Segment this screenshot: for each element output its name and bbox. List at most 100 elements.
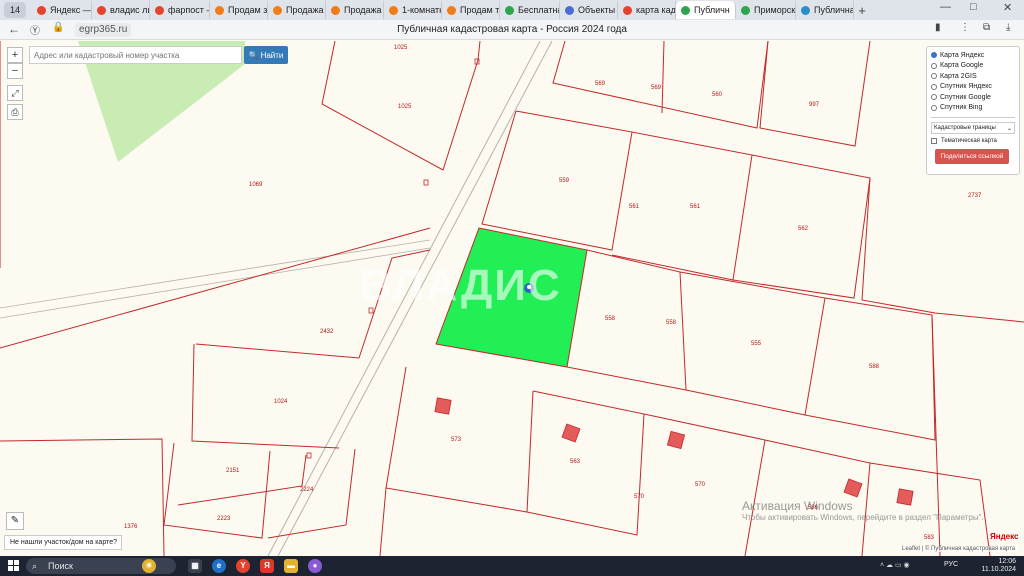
cadastral-map[interactable]: ВЛАДИС 1025 1025 569 569 560 997 1069 559 561 561… (0, 41, 1024, 556)
clock-time: 12:06 (998, 558, 1016, 565)
parcel-number-label: 2432 (320, 329, 334, 335)
tab-counter[interactable]: 14 (4, 2, 26, 18)
browser-tab[interactable]: Публичн✕ (676, 1, 736, 19)
browser-tab[interactable]: 1-комнатн (384, 1, 442, 19)
edge-icon[interactable]: e (212, 559, 226, 573)
layer-option[interactable]: Спутник Яндекс (931, 82, 1015, 93)
tab-label: фарпост — (168, 5, 209, 15)
farpost-icon (273, 5, 282, 15)
parcel-number-label: 2151 (226, 468, 240, 474)
download-icon[interactable]: ⤓ (1006, 22, 1010, 33)
windows-taskbar: ⌕ Поиск ☀ ▦ e Y Я ▬ ● ˄ ☁ ▭ ◉ РУС 12:06 … (0, 556, 1024, 576)
browser-tab[interactable]: карта када (618, 1, 676, 19)
windows-start-icon[interactable] (8, 560, 20, 572)
farpost-icon (389, 5, 398, 15)
menu-icon[interactable]: ⋮ (960, 22, 970, 33)
task-view-icon[interactable]: ▦ (188, 559, 202, 573)
not-found-link[interactable]: Не нашли участок/дом на карте? (4, 535, 122, 550)
browser-tab[interactable]: фарпост — (150, 1, 210, 19)
radio-button[interactable] (931, 83, 937, 90)
overlay-select[interactable]: Кадастровые границы ⌄ (931, 122, 1015, 134)
browser-tab[interactable]: Публичная (796, 1, 854, 19)
map-attribution[interactable]: Leaflet | © Публичная кадастровая карта (900, 546, 1018, 552)
tab-label: карта када (636, 5, 676, 15)
url-field[interactable]: egrp365.ru (75, 23, 132, 37)
taskbar-search-label: Поиск (48, 561, 73, 571)
browser-tab[interactable]: владис ли (92, 1, 150, 19)
farpost-icon (447, 5, 456, 15)
layer-option-label: Спутник Bing (940, 104, 983, 112)
tab-label: Публичн (694, 5, 730, 15)
layer-option[interactable]: Спутник Bing (931, 103, 1015, 114)
extensions-icon[interactable]: ⧉ (983, 22, 990, 33)
layer-option-label: Спутник Яндекс (940, 83, 992, 91)
radio-button[interactable] (931, 62, 937, 69)
yandex-icon (155, 5, 164, 15)
back-icon[interactable]: ← (8, 22, 20, 36)
browser-tab-bar: 14 Яндекс — б владис ли фарпост — Продам зе… (0, 0, 1024, 20)
yandex-icon (37, 5, 46, 15)
fullscreen-icon[interactable]: ⤢ (7, 85, 23, 101)
thematic-checkbox[interactable] (931, 138, 937, 144)
radio-button[interactable] (931, 52, 937, 59)
farpost-icon (331, 5, 340, 15)
parcel-number-label: 997 (809, 102, 820, 108)
share-link-button[interactable]: Поделиться ссылкой (935, 149, 1009, 164)
minimize-icon[interactable]: — (940, 1, 951, 13)
windows-activation-notice: Активация Windows Чтобы активировать Win… (742, 499, 984, 522)
zoom-in-button[interactable]: + (7, 47, 23, 63)
browser-tab[interactable]: Бесплатна (500, 1, 560, 19)
radio-button[interactable] (931, 94, 937, 101)
clock[interactable]: 12:06 11.10.2024 (981, 558, 1016, 574)
parcel-number-label: 561 (690, 204, 701, 210)
search-input[interactable] (29, 46, 242, 64)
folder-icon[interactable]: ▬ (284, 559, 298, 573)
browser-tab[interactable]: Яндекс — б (32, 1, 92, 19)
tab-label: Бесплатна (518, 5, 560, 15)
browser-tab[interactable]: Продажа к (326, 1, 384, 19)
app-icon[interactable]: ● (308, 559, 322, 573)
maximize-icon[interactable]: □ (970, 1, 977, 13)
yandex-browser-icon[interactable]: Ⓨ (30, 22, 40, 37)
radio-button[interactable] (931, 104, 937, 111)
browser-tab[interactable]: Продажа к (268, 1, 326, 19)
farpost-icon (215, 5, 224, 15)
browser-tab[interactable]: Приморск (736, 1, 796, 19)
layer-option[interactable]: Карта Google (931, 61, 1015, 72)
browser-tab[interactable]: Продам тр (442, 1, 500, 19)
vladis-watermark: ВЛАДИС (360, 261, 562, 310)
parcel-number-label: 583 (924, 535, 935, 541)
layer-option-label: Спутник Google (940, 93, 991, 101)
tray-icons[interactable]: ˄ ☁ ▭ ◉ (880, 561, 910, 569)
new-tab-icon[interactable]: + (854, 3, 870, 18)
pencil-icon[interactable]: ✎ (6, 512, 24, 530)
parcel-number-label: 561 (629, 204, 640, 210)
browser-tab[interactable]: Объекты (560, 1, 618, 19)
search-button[interactable]: 🔍 Найти (244, 46, 288, 64)
activation-text: Чтобы активировать Windows, перейдите в … (742, 513, 984, 522)
parcel-number-label: 569 (651, 85, 662, 91)
search-icon: ⌕ (32, 561, 38, 571)
parcel-number-label: 2224 (300, 487, 314, 493)
radio-button[interactable] (931, 73, 937, 80)
layer-option[interactable]: Спутник Google (931, 92, 1015, 103)
yandex-app-icon[interactable]: Я (260, 559, 274, 573)
parcel-number-label: 563 (570, 459, 581, 465)
tab-strip: Яндекс — б владис ли фарпост — Продам зе Про… (32, 1, 854, 19)
layer-option[interactable]: Карта 2GIS (931, 71, 1015, 82)
layer-option[interactable]: Карта Яндекс (931, 50, 1015, 61)
language-indicator[interactable]: РУС (944, 561, 958, 568)
browser-tab[interactable]: Продам зе (210, 1, 268, 19)
bookmark-icon[interactable]: ▮ (935, 22, 941, 33)
layer-option-label: Карта Google (940, 62, 984, 70)
tab-label: Объекты (578, 5, 616, 15)
thematic-map-toggle[interactable]: Тематическая карта (931, 138, 1015, 144)
close-window-icon[interactable]: ✕ (1003, 1, 1012, 14)
parcel-number-label: 1376 (124, 524, 138, 530)
yandex-browser-taskbar-icon[interactable]: Y (236, 559, 250, 573)
print-icon[interactable]: ⎙ (7, 104, 23, 120)
zoom-out-button[interactable]: − (7, 63, 23, 79)
doc-icon (565, 5, 574, 15)
weather-icon[interactable]: ☀ (142, 559, 156, 573)
page-title: Публичная кадастровая карта - Россия 202… (397, 24, 627, 35)
